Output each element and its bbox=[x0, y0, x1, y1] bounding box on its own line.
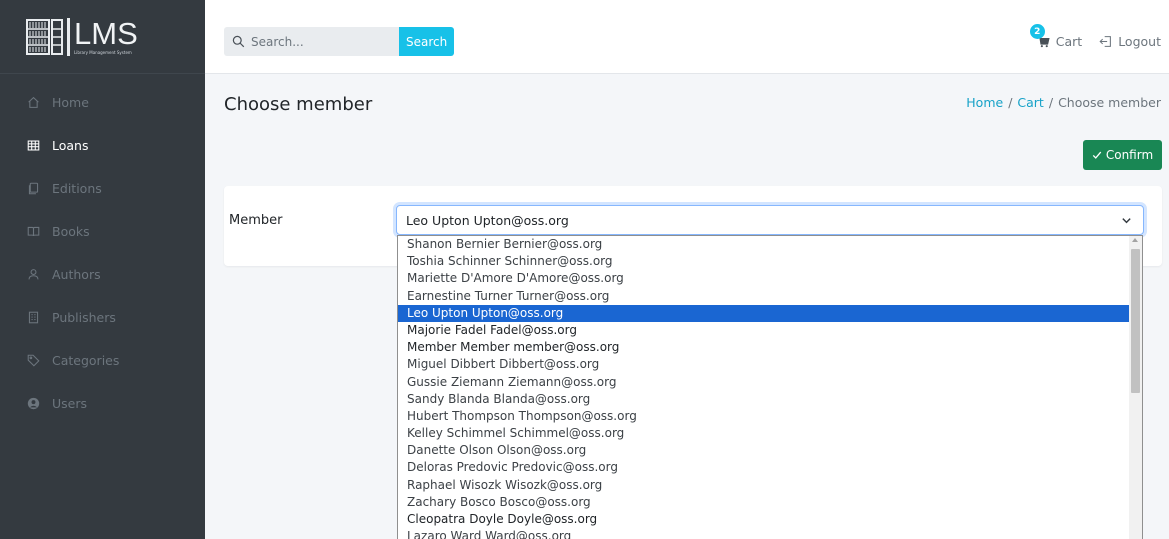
dropdown-option[interactable]: Toshia Schinner Schinner@oss.org bbox=[398, 253, 1142, 270]
sidebar-item-label: Editions bbox=[52, 181, 102, 196]
sidebar-item-publishers[interactable]: Publishers bbox=[0, 296, 205, 339]
dropdown-option[interactable]: Deloras Predovic Predovic@oss.org bbox=[398, 459, 1142, 476]
building-icon bbox=[26, 311, 40, 325]
search-field[interactable] bbox=[224, 27, 399, 56]
topbar: Search 2 Cart Logout bbox=[205, 0, 1169, 74]
dropdown-option[interactable]: Member Member member@oss.org bbox=[398, 339, 1142, 356]
confirm-button[interactable]: Confirm bbox=[1083, 140, 1162, 170]
dropdown-option[interactable]: Lazaro Ward Ward@oss.org bbox=[398, 528, 1142, 539]
breadcrumb-cart[interactable]: Cart bbox=[1017, 95, 1043, 110]
sidebar-item-editions[interactable]: Editions bbox=[0, 167, 205, 210]
breadcrumb-home[interactable]: Home bbox=[966, 95, 1003, 110]
scrollbar-thumb[interactable] bbox=[1131, 249, 1140, 393]
dropdown-option[interactable]: Mariette D'Amore D'Amore@oss.org bbox=[398, 270, 1142, 287]
page-title: Choose member bbox=[224, 94, 373, 115]
cart-count-badge: 2 bbox=[1029, 24, 1045, 39]
sidebar-item-label: Categories bbox=[52, 353, 120, 368]
dropdown-scrollbar[interactable] bbox=[1129, 236, 1142, 539]
logout-link[interactable]: Logout bbox=[1099, 34, 1161, 49]
sidebar-item-home[interactable]: Home bbox=[0, 81, 205, 124]
dropdown-option[interactable]: Earnestine Turner Turner@oss.org bbox=[398, 288, 1142, 305]
table-icon bbox=[26, 139, 40, 153]
sidebar-item-label: Loans bbox=[52, 138, 89, 153]
sidebar: LMS Library Management System Home Loans… bbox=[0, 0, 205, 539]
bookshelf-logo-icon bbox=[26, 18, 63, 55]
sidebar-item-users[interactable]: Users bbox=[0, 382, 205, 425]
chevron-down-icon bbox=[1122, 218, 1131, 224]
dropdown-option[interactable]: Sandy Blanda Blanda@oss.org bbox=[398, 391, 1142, 408]
breadcrumb-current: Choose member bbox=[1058, 95, 1161, 110]
scroll-up-arrow-icon[interactable] bbox=[1132, 238, 1138, 242]
dropdown-option[interactable]: Danette Olson Olson@oss.org bbox=[398, 442, 1142, 459]
sidebar-nav: Home Loans Editions Books Authors Publis… bbox=[0, 74, 205, 425]
dropdown-option[interactable]: Kelley Schimmel Schimmel@oss.org bbox=[398, 425, 1142, 442]
search-icon bbox=[232, 35, 245, 48]
confirm-label: Confirm bbox=[1105, 148, 1154, 162]
search-input[interactable] bbox=[251, 34, 391, 49]
copy-icon bbox=[26, 182, 40, 196]
logo[interactable]: LMS Library Management System bbox=[0, 0, 205, 74]
member-select-value: Leo Upton Upton@oss.org bbox=[406, 212, 569, 228]
user-circle-icon bbox=[26, 397, 40, 411]
breadcrumb: Home / Cart / Choose member bbox=[966, 95, 1161, 110]
dropdown-option[interactable]: Raphael Wisozk Wisozk@oss.org bbox=[398, 477, 1142, 494]
home-icon bbox=[26, 96, 40, 110]
member-select[interactable]: Leo Upton Upton@oss.org bbox=[396, 205, 1144, 235]
dropdown-option[interactable]: Miguel Dibbert Dibbert@oss.org bbox=[398, 356, 1142, 373]
cart-link[interactable]: 2 Cart bbox=[1029, 24, 1083, 49]
sidebar-item-loans[interactable]: Loans bbox=[0, 124, 205, 167]
breadcrumb-separator: / bbox=[1048, 95, 1054, 110]
search-bar: Search bbox=[224, 27, 455, 56]
dropdown-option[interactable]: Gussie Ziemann Ziemann@oss.org bbox=[398, 374, 1142, 391]
book-open-icon bbox=[26, 225, 40, 239]
dropdown-option[interactable]: Hubert Thompson Thompson@oss.org bbox=[398, 408, 1142, 425]
logo-subtitle: Library Management System bbox=[74, 49, 132, 55]
cart-label: Cart bbox=[1055, 34, 1083, 49]
sidebar-item-label: Authors bbox=[52, 267, 101, 282]
dropdown-option[interactable]: Zachary Bosco Bosco@oss.org bbox=[398, 494, 1142, 511]
logo-divider bbox=[67, 17, 70, 56]
sidebar-item-label: Home bbox=[52, 95, 89, 110]
sidebar-item-authors[interactable]: Authors bbox=[0, 253, 205, 296]
logout-icon bbox=[1099, 36, 1112, 47]
tag-icon bbox=[26, 354, 40, 368]
sidebar-item-label: Books bbox=[52, 224, 90, 239]
sidebar-item-label: Publishers bbox=[52, 310, 116, 325]
sidebar-item-label: Users bbox=[52, 396, 88, 411]
breadcrumb-separator: / bbox=[1008, 95, 1013, 110]
logout-label: Logout bbox=[1118, 34, 1161, 49]
dropdown-option[interactable]: Shanon Bernier Bernier@oss.org bbox=[398, 236, 1142, 253]
dropdown-option[interactable]: Cleopatra Doyle Doyle@oss.org bbox=[398, 511, 1142, 528]
search-button[interactable]: Search bbox=[399, 27, 455, 56]
sidebar-item-categories[interactable]: Categories bbox=[0, 339, 205, 382]
person-icon bbox=[26, 268, 40, 282]
logo-title: LMS bbox=[74, 15, 138, 51]
sidebar-item-books[interactable]: Books bbox=[0, 210, 205, 253]
member-label: Member bbox=[229, 213, 283, 228]
check-icon bbox=[1092, 151, 1102, 159]
dropdown-option[interactable]: Leo Upton Upton@oss.org bbox=[398, 304, 1142, 322]
member-dropdown-list[interactable]: Shanon Bernier Bernier@oss.org Toshia Sch… bbox=[397, 235, 1143, 539]
dropdown-option[interactable]: Majorie Fadel Fadel@oss.org bbox=[398, 322, 1142, 339]
